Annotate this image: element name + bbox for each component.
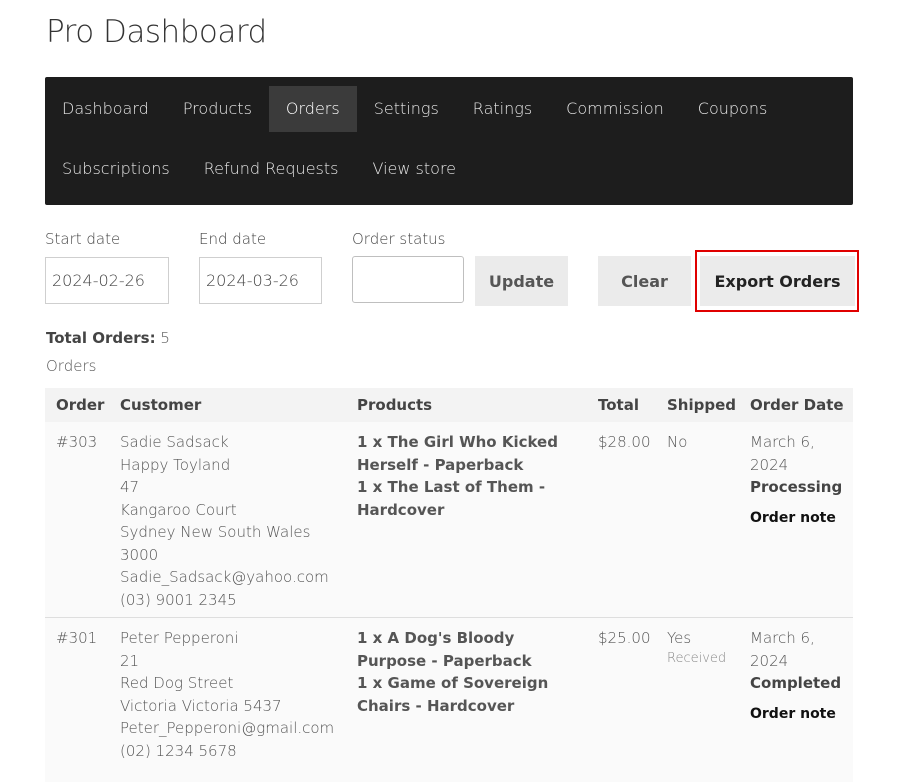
nav-item-orders[interactable]: Orders: [268, 86, 357, 132]
col-header-total: Total: [587, 388, 656, 422]
order-status-input[interactable]: [352, 256, 464, 303]
order-date: March 6, 2024: [750, 629, 815, 670]
col-header-products: Products: [346, 388, 587, 422]
total-orders-label: Total Orders:: [46, 329, 156, 347]
customer-company: Happy Toyland: [120, 455, 231, 474]
order-date: March 6, 2024: [750, 433, 815, 474]
col-header-order-date: Order Date: [739, 388, 853, 422]
product-line: 1 x The Girl Who Kicked Herself - Paperb…: [357, 433, 558, 474]
product-line: 1 x The Last of Them - Hardcover: [357, 478, 546, 519]
products-cell: 1 x A Dog's Bloody Purpose - Paperback 1…: [346, 618, 587, 769]
customer-cell: Peter Pepperoni 21 Red Dog Street Victor…: [109, 618, 346, 769]
shipped-status: Yes: [667, 629, 692, 647]
shipped-note: Received: [667, 650, 727, 666]
customer-cell: Sadie Sadsack Happy Toyland 47 Kangaroo …: [109, 422, 346, 618]
nav-item-subscriptions[interactable]: Subscriptions: [45, 146, 187, 192]
order-status-label: Order status: [352, 230, 446, 248]
order-date-cell: March 6, 2024 Completed Order note: [739, 618, 853, 769]
nav-item-refund-requests[interactable]: Refund Requests: [187, 146, 356, 192]
nav-item-ratings[interactable]: Ratings: [456, 86, 549, 132]
customer-address-number: 47: [120, 478, 140, 496]
table-row-partial: [45, 758, 853, 782]
shipped-status: No: [667, 433, 688, 451]
customer-postcode: 3000: [120, 545, 159, 564]
product-line: 1 x Game of Sovereign Chairs - Hardcover: [357, 674, 549, 715]
table-header-row: Order Customer Products Total Shipped Or…: [45, 388, 853, 422]
export-orders-button[interactable]: Export Orders: [700, 256, 855, 306]
col-header-shipped: Shipped: [656, 388, 739, 422]
customer-street: Kangaroo Court: [120, 500, 237, 519]
shipped-cell: Yes Received: [656, 618, 739, 769]
order-number[interactable]: #301: [45, 618, 109, 769]
table-row: #301 Peter Pepperoni 21 Red Dog Street V…: [45, 617, 853, 769]
nav-row-2: Subscriptions Refund Requests View store: [45, 141, 473, 205]
nav-item-coupons[interactable]: Coupons: [681, 86, 785, 132]
order-date-cell: March 6, 2024 Processing Order note: [739, 422, 853, 618]
orders-caption: Orders: [46, 357, 97, 375]
start-date-input[interactable]: [45, 257, 169, 304]
order-status: Completed: [750, 674, 842, 692]
customer-email: Sadie_Sadsack@yahoo.com: [120, 568, 329, 586]
start-date-label: Start date: [45, 230, 121, 248]
customer-address-number: 21: [120, 651, 140, 670]
order-total: $28.00: [598, 433, 651, 451]
end-date-input[interactable]: [199, 257, 322, 304]
table-row: #303 Sadie Sadsack Happy Toyland 47 Kang…: [45, 422, 853, 618]
orders-table: Order Customer Products Total Shipped Or…: [45, 388, 853, 769]
nav-item-commission[interactable]: Commission: [549, 86, 681, 132]
order-note-link[interactable]: Order note: [750, 507, 853, 530]
end-date-label: End date: [199, 230, 267, 248]
nav-item-dashboard[interactable]: Dashboard: [45, 86, 166, 132]
customer-email: Peter_Pepperoni@gmail.com: [120, 719, 335, 737]
order-status: Processing: [750, 478, 843, 496]
order-total: $25.00: [598, 629, 651, 647]
clear-button[interactable]: Clear: [598, 256, 691, 306]
customer-name: Peter Pepperoni: [120, 629, 239, 647]
nav-item-products[interactable]: Products: [166, 86, 269, 132]
nav-row-1: Dashboard Products Orders Settings Ratin…: [45, 77, 784, 141]
customer-city-state: Victoria Victoria 5437: [120, 696, 282, 715]
col-header-customer: Customer: [109, 388, 346, 422]
total-orders-value: 5: [160, 329, 170, 347]
vendor-navbar: Dashboard Products Orders Settings Ratin…: [45, 77, 853, 205]
products-cell: 1 x The Girl Who Kicked Herself - Paperb…: [346, 422, 587, 618]
shipped-cell: No: [656, 422, 739, 618]
order-number[interactable]: #303: [45, 422, 109, 618]
col-header-order: Order: [45, 388, 109, 422]
nav-item-view-store[interactable]: View store: [355, 146, 473, 192]
page-title: Pro Dashboard: [46, 14, 267, 50]
product-line: 1 x A Dog's Bloody Purpose - Paperback: [357, 629, 532, 670]
total-orders: Total Orders: 5: [46, 329, 170, 347]
order-note-link[interactable]: Order note: [750, 703, 853, 726]
update-button[interactable]: Update: [475, 256, 568, 306]
customer-city-state: Sydney New South Wales: [120, 523, 311, 541]
customer-name: Sadie Sadsack: [120, 433, 229, 451]
customer-street: Red Dog Street: [120, 674, 234, 692]
customer-phone: (03) 9001 2345: [120, 590, 237, 609]
nav-item-settings[interactable]: Settings: [357, 86, 456, 132]
